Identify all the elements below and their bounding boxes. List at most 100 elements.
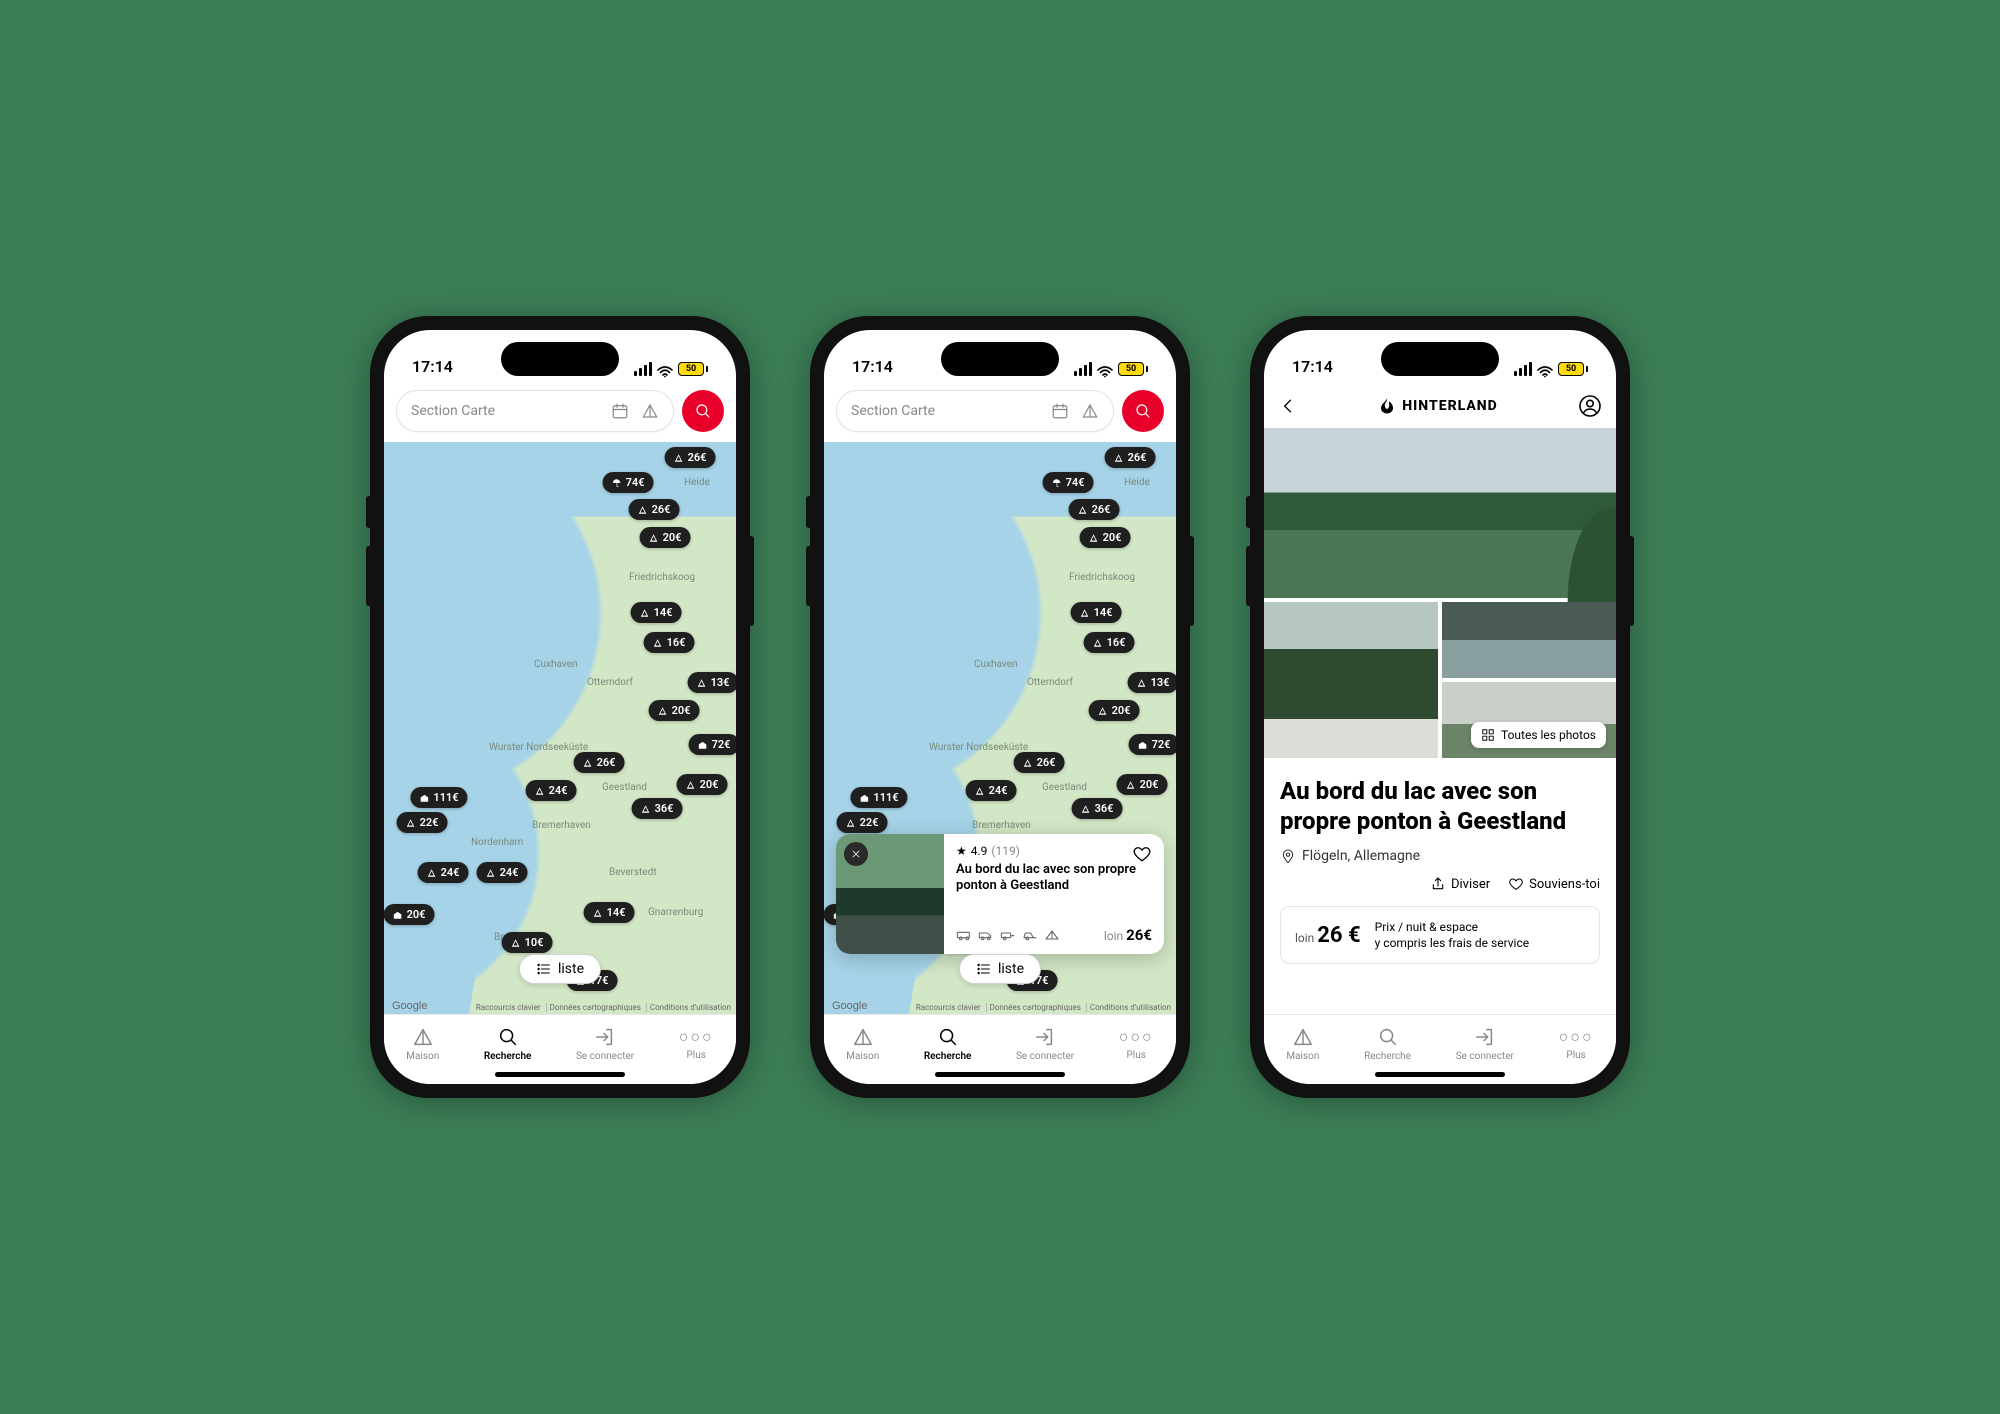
tab-home[interactable]: Maison: [1286, 1026, 1319, 1062]
gallery-image[interactable]: [1264, 602, 1438, 758]
clock: 17:14: [852, 357, 893, 376]
map-place-label: Heide: [684, 477, 710, 488]
price-pin[interactable]: 20€: [1089, 700, 1140, 721]
login-icon: [594, 1026, 616, 1048]
hero-image[interactable]: [1264, 428, 1616, 598]
home-indicator[interactable]: [495, 1072, 625, 1077]
search-icon: [497, 1026, 519, 1048]
price-pin[interactable]: 26€: [629, 499, 680, 520]
tent-icon: [412, 1026, 434, 1048]
map-place-label: Heide: [1124, 477, 1150, 488]
all-photos-button[interactable]: Toutes les photos: [1471, 722, 1606, 748]
grid-icon: [1481, 728, 1495, 742]
map-place-label: Cuxhaven: [974, 659, 1017, 670]
price-pin[interactable]: 13€: [1128, 672, 1176, 693]
price-pin[interactable]: 20€: [677, 774, 728, 795]
price-pin[interactable]: 13€: [688, 672, 736, 693]
price-pin[interactable]: 24€: [418, 862, 469, 883]
map[interactable]: HeideBüsumFriedrichskoogCuxhavenOtterndo…: [384, 442, 736, 1014]
price-pin[interactable]: 22€: [397, 812, 448, 833]
tent-icon: [1292, 1026, 1314, 1048]
gallery-image[interactable]: [1442, 602, 1616, 678]
search-button[interactable]: [682, 390, 724, 432]
listing-rating: ★ 4.9 (119): [956, 844, 1152, 858]
wifi-icon: [1537, 363, 1553, 375]
price-pin[interactable]: 26€: [665, 447, 716, 468]
search-input[interactable]: Section Carte: [836, 390, 1114, 432]
price-pin[interactable]: 14€: [1071, 602, 1122, 623]
price-pin[interactable]: 36€: [1072, 798, 1123, 819]
price-box: loin 26 € Prix / nuit & espace y compris…: [1280, 906, 1600, 964]
tab-more[interactable]: ○○○ Plus: [679, 1027, 714, 1061]
price-pin[interactable]: 20€: [649, 700, 700, 721]
wifi-icon: [1097, 363, 1113, 375]
close-button[interactable]: [844, 842, 868, 866]
price-pin[interactable]: 74€: [603, 472, 654, 493]
tab-login[interactable]: Se connecter: [1456, 1026, 1514, 1062]
price-pin[interactable]: 14€: [584, 902, 635, 923]
price-pin[interactable]: 26€: [574, 752, 625, 773]
map[interactable]: HeideBüsumFriedrichskoogCuxhavenOtterndo…: [824, 442, 1176, 1014]
more-icon: ○○○: [1119, 1027, 1154, 1047]
share-icon: [1430, 876, 1446, 892]
gallery-image[interactable]: Toutes les photos: [1442, 682, 1616, 758]
map-place-label: Bremerhaven: [532, 820, 591, 831]
star-icon: ★: [956, 844, 967, 858]
tab-home[interactable]: Maison: [406, 1026, 439, 1062]
price-pin[interactable]: 26€: [1069, 499, 1120, 520]
price-pin[interactable]: 20€: [1080, 527, 1131, 548]
tab-more[interactable]: ○○○Plus: [1559, 1027, 1594, 1061]
brand-logo: HINTERLAND: [1378, 397, 1497, 415]
map-attribution: Google Raccourcis clavier Données cartog…: [384, 1000, 736, 1012]
price-pin[interactable]: 22€: [837, 812, 888, 833]
tab-login[interactable]: Se connecter: [1016, 1026, 1074, 1062]
calendar-icon[interactable]: [1051, 402, 1069, 420]
home-indicator[interactable]: [935, 1072, 1065, 1077]
price-pin[interactable]: 16€: [644, 632, 695, 653]
price-pin[interactable]: 26€: [1014, 752, 1065, 773]
home-indicator[interactable]: [1375, 1072, 1505, 1077]
price-pin[interactable]: 16€: [1084, 632, 1135, 653]
photo-gallery[interactable]: Toutes les photos: [1264, 598, 1616, 758]
list-toggle-button[interactable]: liste: [519, 954, 601, 984]
price-pin[interactable]: 111€: [850, 787, 907, 808]
price-pin[interactable]: 24€: [966, 780, 1017, 801]
tab-home[interactable]: Maison: [846, 1026, 879, 1062]
back-icon[interactable]: [1278, 396, 1298, 416]
map-place-label: Geestland: [602, 782, 647, 793]
heart-icon[interactable]: [1132, 844, 1152, 864]
profile-icon[interactable]: [1578, 394, 1602, 418]
map-place-label: Wurster Nordseeküste: [929, 742, 1028, 753]
price-pin[interactable]: 20€: [1117, 774, 1168, 795]
tent-filter-icon[interactable]: [641, 402, 659, 420]
price-pin[interactable]: 111€: [410, 787, 467, 808]
price-pin[interactable]: 20€: [384, 904, 434, 925]
price-pin[interactable]: 74€: [1043, 472, 1094, 493]
list-icon: [976, 961, 992, 977]
list-toggle-button[interactable]: liste: [959, 954, 1041, 984]
price-pin[interactable]: 72€: [1129, 734, 1176, 755]
search-button[interactable]: [1122, 390, 1164, 432]
calendar-icon[interactable]: [611, 402, 629, 420]
price-pin[interactable]: 14€: [631, 602, 682, 623]
price-pin[interactable]: 72€: [689, 734, 736, 755]
cellular-icon: [634, 362, 652, 376]
price-pin[interactable]: 24€: [526, 780, 577, 801]
search-input[interactable]: Section Carte: [396, 390, 674, 432]
tab-search[interactable]: Recherche: [1364, 1026, 1411, 1062]
tent-filter-icon[interactable]: [1081, 402, 1099, 420]
listing-preview-card[interactable]: ★ 4.9 (119) Au bord du lac avec son prop…: [836, 834, 1164, 954]
tab-search[interactable]: Recherche: [924, 1026, 972, 1062]
price-pin[interactable]: 20€: [640, 527, 691, 548]
price-pin[interactable]: 26€: [1105, 447, 1156, 468]
save-button[interactable]: Souviens-toi: [1508, 876, 1600, 892]
price-pin[interactable]: 24€: [477, 862, 528, 883]
listing-price: loin 26€: [1104, 926, 1152, 944]
listing-detail-title: Au bord du lac avec son propre ponton à …: [1280, 776, 1600, 836]
price-pin[interactable]: 36€: [632, 798, 683, 819]
share-button[interactable]: Diviser: [1430, 876, 1490, 892]
tab-search[interactable]: Recherche: [484, 1026, 532, 1062]
price-pin[interactable]: 10€: [502, 932, 553, 953]
tab-more[interactable]: ○○○Plus: [1119, 1027, 1154, 1061]
tab-login[interactable]: Se connecter: [576, 1026, 634, 1062]
